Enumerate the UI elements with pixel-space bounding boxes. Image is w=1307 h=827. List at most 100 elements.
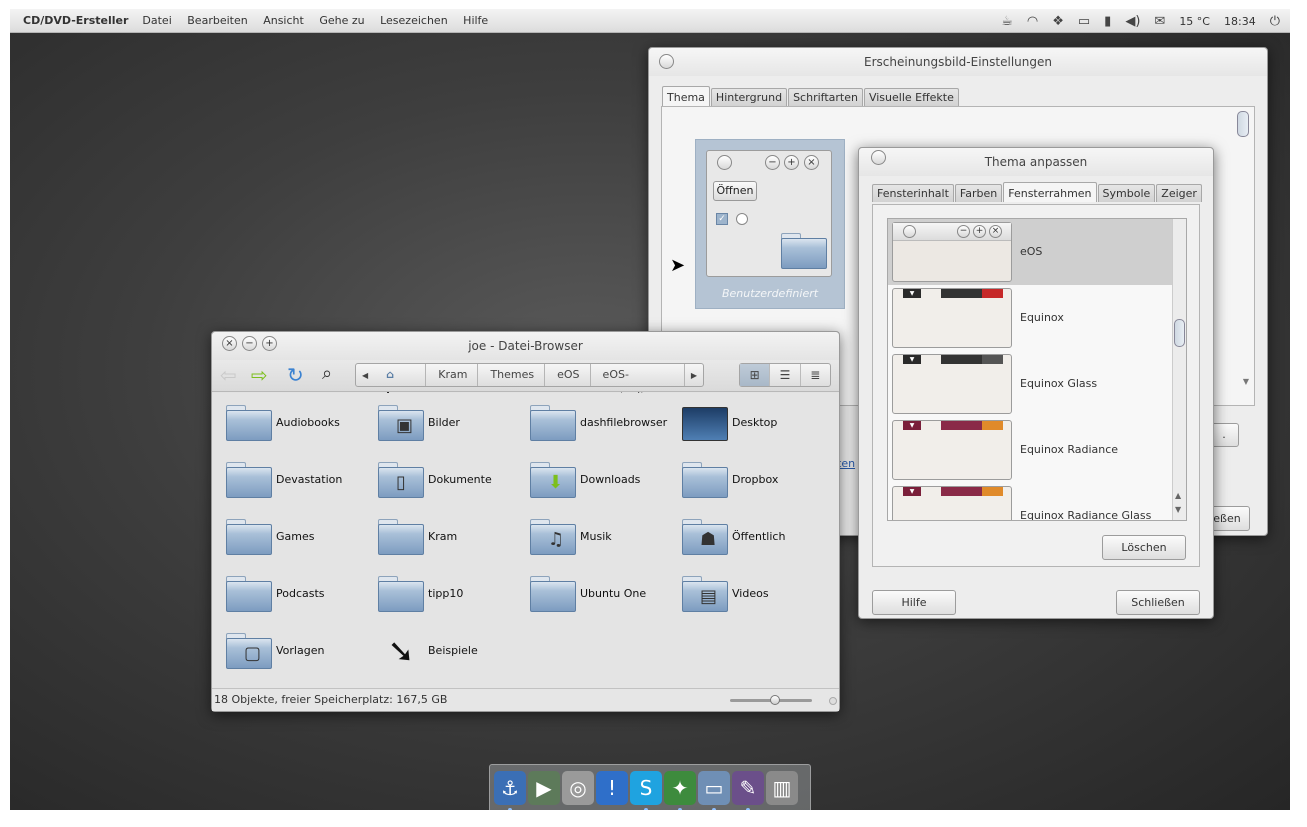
scroll-down-icon[interactable]: ▼: [1243, 377, 1249, 386]
breadcrumb-left-icon[interactable]: ◀: [356, 371, 374, 380]
crumb-eos[interactable]: eOS: [545, 364, 591, 386]
harddisk-icon[interactable]: ◎: [562, 770, 594, 805]
tab-hintergrund[interactable]: Hintergrund: [710, 88, 788, 106]
preview-close-icon: [717, 155, 732, 170]
close-icon[interactable]: [871, 150, 886, 165]
delete-button[interactable]: Löschen: [1102, 535, 1186, 560]
file-item[interactable]: Podcasts: [212, 572, 364, 616]
temperature[interactable]: 15 °C: [1179, 15, 1210, 28]
crumb-kram[interactable]: Kram: [426, 364, 479, 386]
resize-grip-icon[interactable]: [829, 697, 837, 705]
file-item[interactable]: tipp10: [364, 572, 516, 616]
file-item[interactable]: Dropbox: [668, 458, 820, 502]
coffee-icon[interactable]: ☕: [1001, 14, 1013, 29]
tab-zeiger[interactable]: Zeiger: [1156, 184, 1202, 202]
file-item[interactable]: Games: [212, 515, 364, 559]
reload-icon[interactable]: ↻: [287, 363, 304, 387]
theme-row[interactable]: − + × eOS: [888, 219, 1172, 285]
tab-symbole[interactable]: Symbole: [1097, 184, 1156, 202]
list-view-icon[interactable]: ☰: [770, 364, 801, 386]
theme-row[interactable]: ▼ Equinox Glass: [888, 351, 1172, 417]
theme-row[interactable]: ▼ Equinox: [888, 285, 1172, 351]
wifi-icon[interactable]: ◠: [1027, 14, 1038, 29]
crumb-home[interactable]: ⌂ joe: [374, 364, 427, 403]
mail-icon[interactable]: ✉: [1154, 14, 1165, 29]
file-item[interactable]: ☗ Öffentlich: [668, 515, 820, 559]
menu-lesezeichen[interactable]: Lesezeichen: [374, 14, 454, 27]
battery-icon[interactable]: ▮: [1104, 14, 1111, 29]
folder-icon: [530, 405, 576, 441]
minimize-icon[interactable]: −: [242, 336, 257, 351]
forward-icon[interactable]: ⇨: [251, 363, 268, 387]
preview-menu-icon: ▼: [903, 289, 921, 298]
file-browser-icon[interactable]: ▭: [698, 770, 730, 810]
file-item[interactable]: Audiobooks: [212, 401, 364, 445]
theme-row[interactable]: ▼ Equinox Radiance: [888, 417, 1172, 483]
file-item[interactable]: Devastation: [212, 458, 364, 502]
file-item[interactable]: ▯ Dokumente: [364, 458, 516, 502]
menu-gehe-zu[interactable]: Gehe zu: [313, 14, 370, 27]
appearance-icon[interactable]: ✎: [732, 770, 764, 810]
menu-hilfe[interactable]: Hilfe: [457, 14, 494, 27]
help-button[interactable]: Hilfe: [872, 590, 956, 615]
scroll-up-icon[interactable]: ▲: [1175, 491, 1181, 500]
tab-schriftarten[interactable]: Schriftarten: [788, 88, 863, 106]
appearance-tabs: Thema Hintergrund Schriftarten Visuelle …: [662, 86, 960, 106]
theme-preview-custom[interactable]: − + × Öffnen ✓ Benutzerdefiniert: [695, 139, 845, 309]
scroll-down-icon[interactable]: ▼: [1175, 505, 1181, 514]
crumb-eos-metacity[interactable]: eOS-metacity: [591, 364, 685, 403]
dropbox-icon[interactable]: ❖: [1052, 14, 1064, 29]
file-item[interactable]: ▤ Videos: [668, 572, 820, 616]
menu-bearbeiten[interactable]: Bearbeiten: [181, 14, 253, 27]
file-item[interactable]: ⬇ Downloads: [516, 458, 668, 502]
menu-ansicht[interactable]: Ansicht: [257, 14, 310, 27]
menu-bar: Datei Bearbeiten Ansicht Gehe zu Lesezei…: [136, 14, 494, 27]
close-icon[interactable]: [659, 54, 674, 69]
file-item-label: Vorlagen: [276, 644, 325, 657]
search-icon[interactable]: ⌕: [322, 363, 332, 384]
breadcrumb-right-icon[interactable]: ▶: [685, 371, 703, 380]
zoom-slider[interactable]: [730, 695, 812, 705]
clock[interactable]: 18:34: [1224, 15, 1256, 28]
documents-folder-icon: ▯: [378, 462, 424, 498]
file-item[interactable]: Desktop: [668, 401, 820, 445]
appearance-titlebar[interactable]: Erscheinungsbild-Einstellungen: [649, 48, 1267, 76]
anchor-icon[interactable]: ⚓: [494, 770, 526, 810]
notification-icon[interactable]: !: [596, 770, 628, 805]
back-icon[interactable]: ⇦: [220, 363, 237, 387]
theme-list[interactable]: − + × eOS ▼ Equinox ▼ Equinox Glass ▼ Eq…: [887, 218, 1187, 521]
crumb-themes[interactable]: Themes: [478, 364, 546, 386]
file-browser-titlebar[interactable]: × − + joe - Datei-Browser: [212, 332, 839, 360]
theme-row[interactable]: ▼ Equinox Radiance Glass: [888, 483, 1172, 520]
skype-icon[interactable]: S: [630, 770, 662, 810]
tab-fensterrahmen[interactable]: Fensterrahmen: [1003, 182, 1097, 202]
menu-datei[interactable]: Datei: [136, 14, 177, 27]
compass-icon[interactable]: ✦: [664, 770, 696, 810]
compact-view-icon[interactable]: ≣: [801, 364, 830, 386]
power-icon[interactable]: ⏻: [1270, 14, 1280, 29]
scrollbar-thumb[interactable]: [1237, 111, 1249, 137]
tab-fensterinhalt[interactable]: Fensterinhalt: [872, 184, 954, 202]
icon-view-icon[interactable]: ⊞: [740, 364, 771, 386]
scrollbar-thumb[interactable]: [1174, 319, 1185, 347]
close-button[interactable]: Schließen: [1116, 590, 1200, 615]
file-item[interactable]: Ubuntu One: [516, 572, 668, 616]
volume-icon[interactable]: ◀): [1125, 14, 1140, 29]
file-item[interactable]: Kram: [364, 515, 516, 559]
file-item[interactable]: ▢ Vorlagen: [212, 629, 364, 673]
zoom-slider-knob[interactable]: [770, 695, 781, 705]
trash-icon[interactable]: ▥: [766, 770, 798, 805]
file-item[interactable]: ♫ Musik: [516, 515, 668, 559]
file-item[interactable]: ▣ Bilder: [364, 401, 516, 445]
theme-titlebar[interactable]: Thema anpassen: [859, 148, 1213, 176]
theme-list-scrollbar[interactable]: ▲ ▼: [1172, 219, 1186, 520]
file-item[interactable]: ➘ Beispiele: [364, 629, 516, 673]
tab-thema[interactable]: Thema: [662, 86, 710, 106]
tab-visuelle-effekte[interactable]: Visuelle Effekte: [863, 88, 959, 106]
tab-farben[interactable]: Farben: [954, 184, 1003, 202]
file-item[interactable]: dashfilebrowser: [516, 401, 668, 445]
display-icon[interactable]: ▭: [1078, 14, 1090, 29]
close-icon[interactable]: ×: [222, 336, 237, 351]
maximize-icon[interactable]: +: [262, 336, 277, 351]
media-player-icon[interactable]: ▶: [528, 770, 560, 805]
